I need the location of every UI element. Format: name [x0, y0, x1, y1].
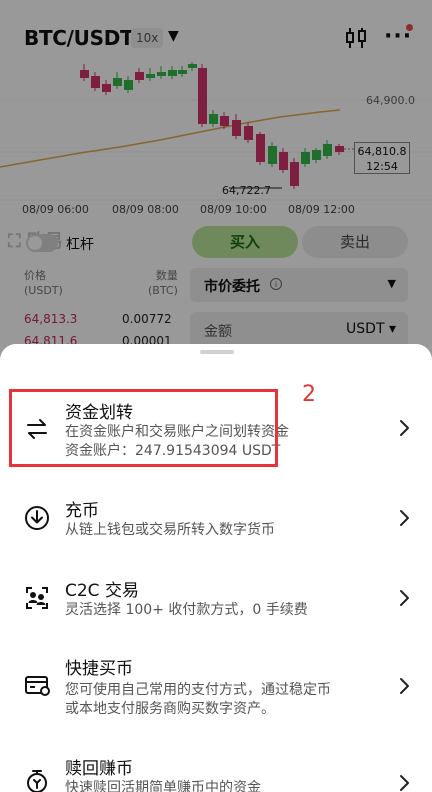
- chevron-right-icon: [400, 590, 409, 606]
- menu-item-title: 快捷买币: [65, 659, 133, 679]
- menu-item-deposit[interactable]: 充币 从链上钱包或交易所转入数字货币: [0, 496, 432, 546]
- menu-item-redeem[interactable]: 赎回赚币 快速赎回活期简单赚币中的资金: [0, 754, 432, 792]
- annotation-highlight-box: [9, 389, 278, 467]
- menu-item-quick-buy[interactable]: 快捷买币 您可使用自己常用的支付方式，通过稳定币 或本地支付服务商购买数字资产。: [0, 654, 432, 724]
- menu-item-desc: 快速赎回活期简单赚币中的资金: [65, 780, 261, 792]
- annotation-step-number: 2: [302, 382, 316, 407]
- drag-handle[interactable]: [200, 350, 234, 354]
- menu-item-desc: 或本地支付服务商购买数字资产。: [65, 701, 275, 717]
- chevron-right-icon: [400, 775, 409, 791]
- menu-item-title: C2C 交易: [65, 581, 139, 601]
- menu-item-desc: 从链上钱包或交易所转入数字货币: [65, 522, 275, 538]
- chevron-right-icon: [400, 678, 409, 694]
- card-icon: [25, 676, 50, 696]
- redeem-icon: [27, 770, 47, 792]
- transfer-options-sheet: 资金划转 在资金账户和交易账户之间划转资金 资金账户：247.91543094 …: [0, 344, 432, 792]
- c2c-users-icon: [26, 587, 48, 609]
- chevron-right-icon: [400, 420, 409, 436]
- menu-item-title: 赎回赚币: [65, 759, 133, 779]
- menu-item-title: 充币: [65, 501, 99, 521]
- menu-item-desc: 灵活选择 100+ 收付款方式，0 手续费: [65, 602, 308, 618]
- chevron-right-icon: [400, 510, 409, 526]
- menu-item-desc: 您可使用自己常用的支付方式，通过稳定币: [65, 682, 331, 698]
- menu-item-c2c[interactable]: C2C 交易 灵活选择 100+ 收付款方式，0 手续费: [0, 576, 432, 626]
- deposit-icon: [25, 506, 49, 530]
